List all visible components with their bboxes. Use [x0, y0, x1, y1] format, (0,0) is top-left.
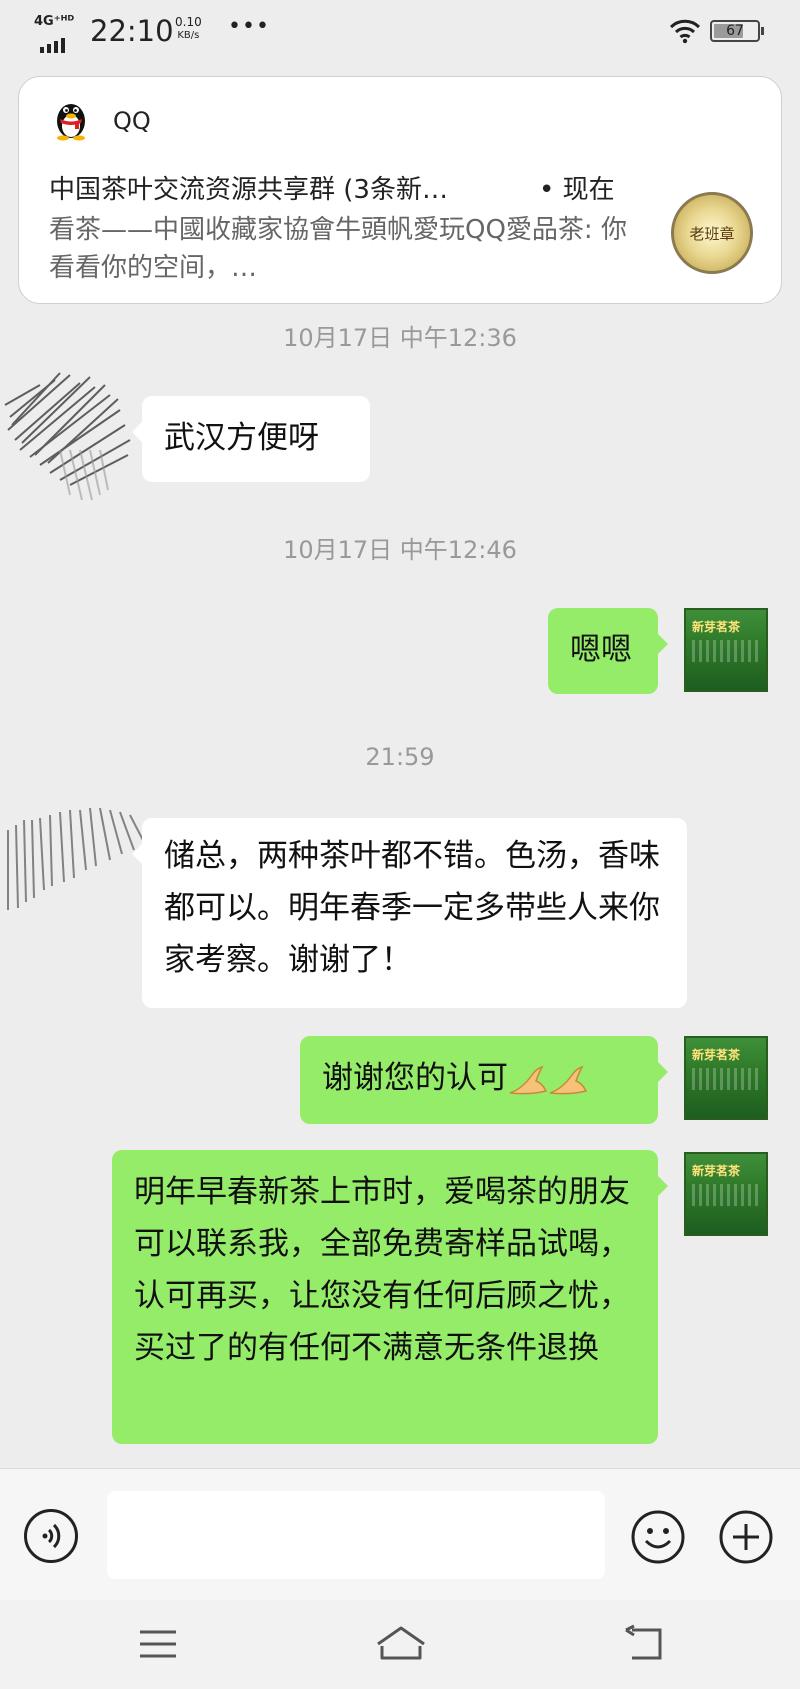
qq-notification[interactable]: QQ 中国茶叶交流资源共享群 (3条新… • 现在 看茶——中國收藏家協會牛頭帆…	[18, 76, 782, 304]
message-bubble-right[interactable]: 谢谢您的认可	[300, 1036, 668, 1124]
notification-app-name: QQ	[113, 107, 151, 135]
system-nav-bar	[0, 1600, 800, 1689]
menu-icon[interactable]	[136, 1624, 180, 1664]
home-icon[interactable]	[374, 1624, 428, 1664]
message-bubble-right[interactable]: 明年早春新茶上市时，爱喝茶的朋友可以联系我，全部免费寄样品试喝，认可再买，让您没…	[112, 1150, 668, 1444]
clock: 22:10	[90, 14, 174, 48]
emoji-button[interactable]	[630, 1509, 686, 1565]
voice-button[interactable]	[24, 1509, 78, 1563]
self-avatar[interactable]: 新芽茗茶	[684, 1036, 768, 1120]
battery-icon: 67	[710, 20, 764, 42]
plus-icon	[719, 1510, 773, 1564]
notification-time: • 现在	[539, 175, 615, 205]
self-avatar[interactable]: 新芽茗茶	[684, 1152, 768, 1236]
chat-timestamp: 10月17日 中午12:46	[283, 536, 517, 564]
message-input[interactable]	[107, 1491, 605, 1579]
qq-penguin-icon	[57, 104, 85, 141]
net-speed-unit: KB/s	[177, 30, 200, 41]
status-bar: 4G⁺ᴴᴰ 22:10 0.10 KB/s ••• 67	[0, 0, 800, 62]
notification-body: 看茶——中國收藏家協會牛頭帆愛玩QQ愛品茶: 你看看你的空间，…	[49, 215, 627, 283]
self-avatar-label: 新芽茗茶	[692, 1164, 741, 1178]
emoji-icon	[631, 1510, 685, 1564]
chat-timestamp: 10月17日 中午12:36	[283, 324, 517, 352]
back-icon[interactable]	[622, 1624, 666, 1664]
notification-title: 中国茶叶交流资源共享群 (3条新…	[49, 175, 448, 205]
clap-emoji-icon	[509, 1065, 548, 1094]
more-notifications-icon: •••	[228, 14, 270, 39]
net-speed: 0.10 KB/s	[175, 16, 202, 42]
wifi-icon	[669, 19, 701, 44]
battery-level: 67	[726, 23, 744, 39]
chat-timestamp: 21:59	[365, 743, 435, 771]
self-avatar-label: 新芽茗茶	[692, 1048, 741, 1062]
voice-icon	[42, 1523, 61, 1549]
network-indicator: 4G⁺ᴴᴰ	[34, 14, 84, 53]
self-avatar-label: 新芽茗茶	[692, 620, 741, 634]
thumbnail-text: 老班章	[689, 225, 735, 243]
notification-thumbnail: 老班章	[671, 192, 753, 274]
network-type: 4G⁺ᴴᴰ	[34, 14, 75, 29]
self-avatar[interactable]: 新芽茗茶	[684, 608, 768, 692]
contact-avatar[interactable]	[0, 790, 150, 940]
message-bubble-left[interactable]: 储总，两种茶叶都不错。色汤，香味都可以。明年春季一定多带些人来你家考察。谢谢了！	[132, 818, 687, 1008]
contact-avatar[interactable]	[0, 355, 150, 505]
chat-input-bar	[0, 1468, 800, 1601]
message-bubble-right[interactable]: 嗯嗯	[548, 608, 668, 694]
message-bubble-left[interactable]: 武汉方便呀	[132, 396, 370, 482]
clap-emoji-icon	[549, 1065, 588, 1094]
more-functions-button[interactable]	[718, 1509, 774, 1565]
net-speed-value: 0.10	[175, 15, 202, 29]
message-text: 谢谢您的认可	[322, 1060, 508, 1096]
signal-icon	[40, 34, 68, 53]
